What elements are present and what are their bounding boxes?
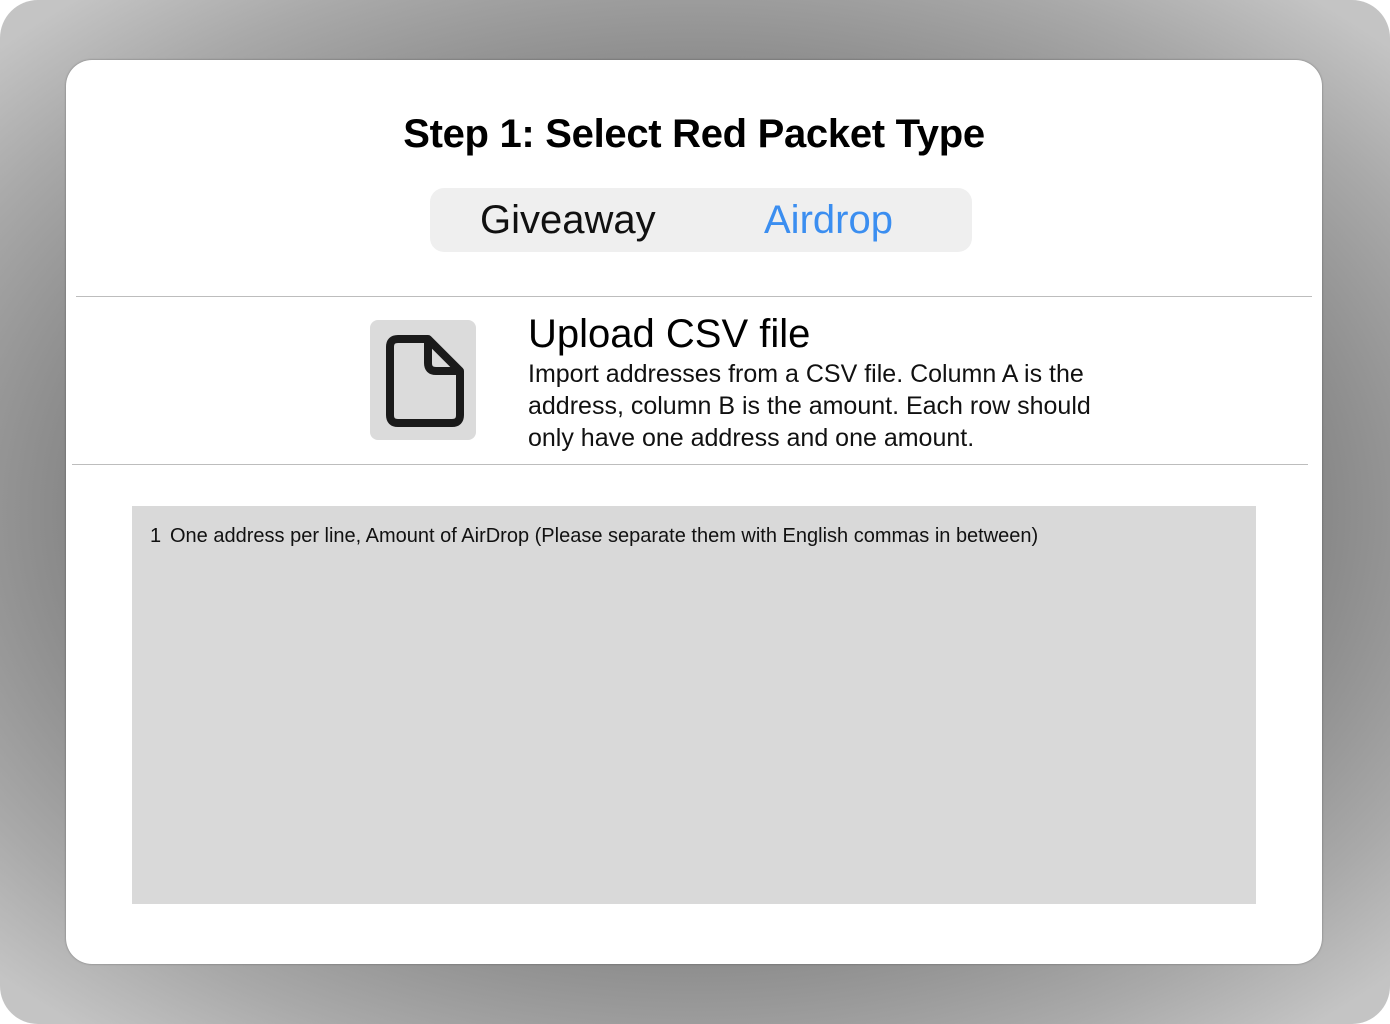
section-divider [72, 464, 1308, 465]
dialog-title: Step 1: Select Red Packet Type [403, 112, 985, 156]
upload-csv-button[interactable] [370, 320, 476, 440]
file-icon [386, 335, 464, 427]
segment-giveaway[interactable]: Giveaway [480, 188, 656, 252]
address-input[interactable]: 1 One address per line, Amount of AirDro… [132, 506, 1256, 904]
upload-description: Import addresses from a CSV file. Column… [528, 360, 1091, 452]
line-number: 1 [150, 525, 162, 547]
packet-type-selector: Giveaway Airdrop [430, 188, 972, 252]
address-input-placeholder: One address per line, Amount of AirDrop … [170, 525, 1039, 547]
upload-title: Upload CSV file [528, 312, 811, 356]
section-divider [76, 296, 1312, 297]
segment-airdrop[interactable]: Airdrop [764, 188, 893, 252]
red-packet-dialog: Step 1: Select Red Packet Type Giveaway … [66, 60, 1322, 964]
